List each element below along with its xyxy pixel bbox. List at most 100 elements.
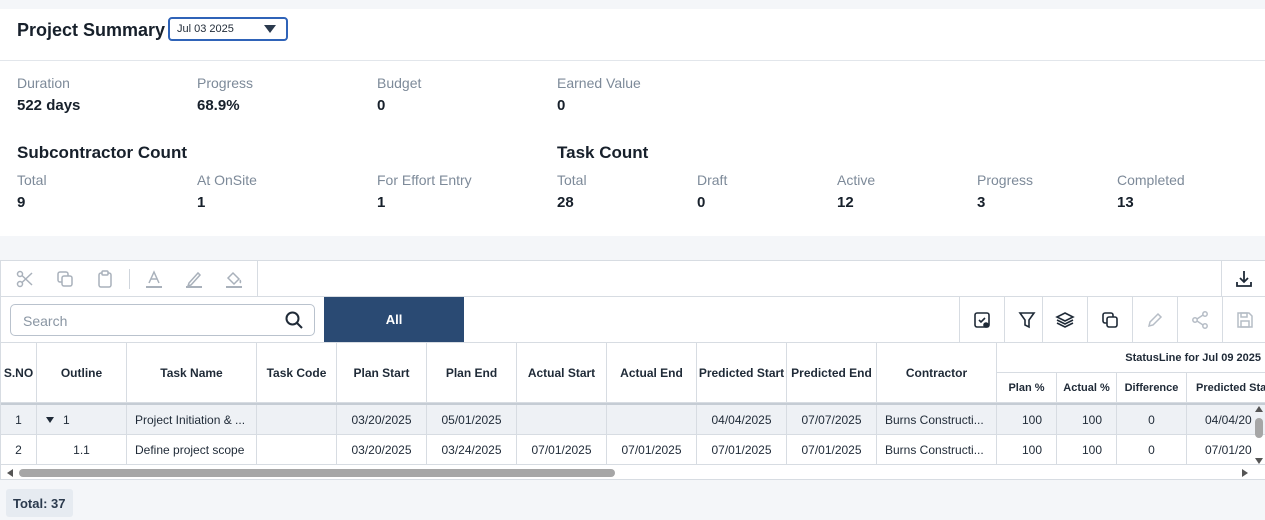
horizontal-scrollbar[interactable] (1, 466, 1254, 480)
cell-plan-end: 03/24/2025 (427, 435, 517, 465)
scrollbar-thumb[interactable] (1255, 418, 1263, 438)
edit-tools-group (1, 261, 258, 297)
pencil-icon (1147, 312, 1163, 327)
col-header-task-code[interactable]: Task Code (257, 343, 337, 403)
col-header-plan-pct[interactable]: Plan % (997, 373, 1057, 403)
sub-at-onsite: At OnSite 1 (197, 172, 257, 211)
cell-task-code (257, 435, 337, 465)
search-box (10, 304, 315, 336)
cell-plan-start: 03/20/2025 (337, 405, 427, 435)
duplicate-button[interactable] (1087, 297, 1132, 342)
page-title: Project Summary (17, 20, 166, 40)
cut-icon[interactable] (14, 268, 36, 290)
scroll-left-icon[interactable] (7, 469, 13, 477)
sub-total: Total 9 (17, 172, 47, 211)
date-select-value: Jul 03 2025 (177, 23, 234, 35)
task-draft: Draft 0 (697, 172, 728, 211)
caret-down-icon (264, 25, 276, 33)
scrollbar-thumb[interactable] (19, 469, 615, 477)
calendar-check-icon (974, 311, 990, 328)
col-header-predicted-start-sl[interactable]: Predicted Sta (1187, 373, 1265, 403)
share-button[interactable] (1177, 297, 1222, 342)
kpi-duration: Duration 522 days (17, 75, 81, 114)
col-header-plan-end[interactable]: Plan End (427, 343, 517, 403)
highlight-pen-icon[interactable] (183, 268, 205, 290)
fill-color-icon[interactable] (223, 268, 245, 290)
search-icon[interactable] (284, 310, 304, 335)
grid-toolbar: All (1, 297, 1265, 343)
toolbar-divider (129, 269, 130, 289)
summary-header: Project Summary Jul 03 2025 (0, 9, 1265, 61)
save-icon (1236, 311, 1253, 328)
col-header-sno[interactable]: S.NO (1, 343, 37, 403)
cell-sno: 2 (1, 435, 37, 465)
search-input[interactable] (23, 312, 278, 330)
cell-predicted-end: 07/07/2025 (787, 405, 877, 435)
col-header-difference[interactable]: Difference (1117, 373, 1187, 403)
cell-actual-end: 07/01/2025 (607, 435, 697, 465)
subcontractor-count-title: Subcontractor Count (17, 143, 187, 162)
col-header-task-name[interactable]: Task Name (127, 343, 257, 403)
duplicate-icon (1102, 311, 1118, 328)
cell-plan-pct: 100 (997, 405, 1057, 435)
task-grid-panel: All S.NO Outline Task Name Task Code Pla… (0, 260, 1265, 480)
layers-button[interactable] (1042, 297, 1087, 342)
cell-actual-start: 07/01/2025 (517, 435, 607, 465)
cell-predicted-start: 04/04/2025 (697, 405, 787, 435)
task-progress: Progress 3 (977, 172, 1034, 211)
cell-predicted-start: 07/01/2025 (697, 435, 787, 465)
date-select[interactable]: Jul 03 2025 (168, 17, 288, 41)
cell-task-code (257, 405, 337, 435)
calendar-check-button[interactable] (959, 297, 1004, 342)
cell-predicted-end: 07/01/2025 (787, 435, 877, 465)
col-header-actual-end[interactable]: Actual End (607, 343, 697, 403)
vertical-scrollbar[interactable] (1253, 404, 1265, 466)
cell-task-name: Project Initiation & ... (127, 405, 257, 435)
cell-plan-pct: 100 (997, 435, 1057, 465)
col-header-outline[interactable]: Outline (37, 343, 127, 403)
col-header-actual-pct[interactable]: Actual % (1057, 373, 1117, 403)
edit-toolbar (1, 261, 1265, 297)
task-completed: Completed 13 (1117, 172, 1185, 211)
edit-button[interactable] (1132, 297, 1177, 342)
copy-icon[interactable] (54, 268, 76, 290)
save-button[interactable] (1222, 297, 1265, 342)
sub-effort-entry: For Effort Entry 1 (377, 172, 472, 211)
table-row[interactable]: 1 1 Project Initiation & ... 03/20/2025 … (1, 405, 1265, 435)
download-button[interactable] (1221, 261, 1265, 297)
cell-contractor: Burns Constructi... (877, 435, 997, 465)
col-header-plan-start[interactable]: Plan Start (337, 343, 427, 403)
cell-actual-end (607, 405, 697, 435)
task-table: S.NO Outline Task Name Task Code Plan St… (1, 343, 1265, 465)
scroll-up-icon[interactable] (1255, 406, 1263, 412)
task-total: Total 28 (557, 172, 587, 211)
download-icon (1236, 271, 1252, 287)
font-color-icon[interactable] (143, 268, 165, 290)
tab-all[interactable]: All (324, 297, 464, 342)
layers-icon (1055, 311, 1075, 328)
expand-caret-icon[interactable] (46, 417, 54, 423)
col-header-contractor[interactable]: Contractor (877, 343, 997, 403)
scroll-right-icon[interactable] (1242, 469, 1248, 477)
cell-sno: 1 (1, 405, 37, 435)
total-count-badge: Total: 37 (6, 489, 73, 517)
col-header-predicted-start[interactable]: Predicted Start (697, 343, 787, 403)
task-active: Active 12 (837, 172, 876, 211)
kpi-progress: Progress 68.9% (197, 75, 254, 114)
scroll-down-icon[interactable] (1255, 458, 1263, 464)
cell-actual-pct: 100 (1057, 435, 1117, 465)
table-row[interactable]: 2 1.1 Define project scope 03/20/2025 03… (1, 435, 1265, 465)
cell-plan-end: 05/01/2025 (427, 405, 517, 435)
cell-outline: 1 (37, 405, 127, 435)
paste-icon[interactable] (94, 268, 116, 290)
cell-contractor: Burns Constructi... (877, 405, 997, 435)
statusline-group-header: StatusLine for Jul 09 2025 (997, 343, 1265, 373)
cell-actual-start (517, 405, 607, 435)
col-header-predicted-end[interactable]: Predicted End (787, 343, 877, 403)
share-icon (1192, 310, 1208, 329)
filter-icon (1018, 311, 1036, 328)
cell-difference: 0 (1117, 405, 1187, 435)
task-count-title: Task Count (557, 143, 649, 162)
col-header-actual-start[interactable]: Actual Start (517, 343, 607, 403)
cell-actual-pct: 100 (1057, 405, 1117, 435)
